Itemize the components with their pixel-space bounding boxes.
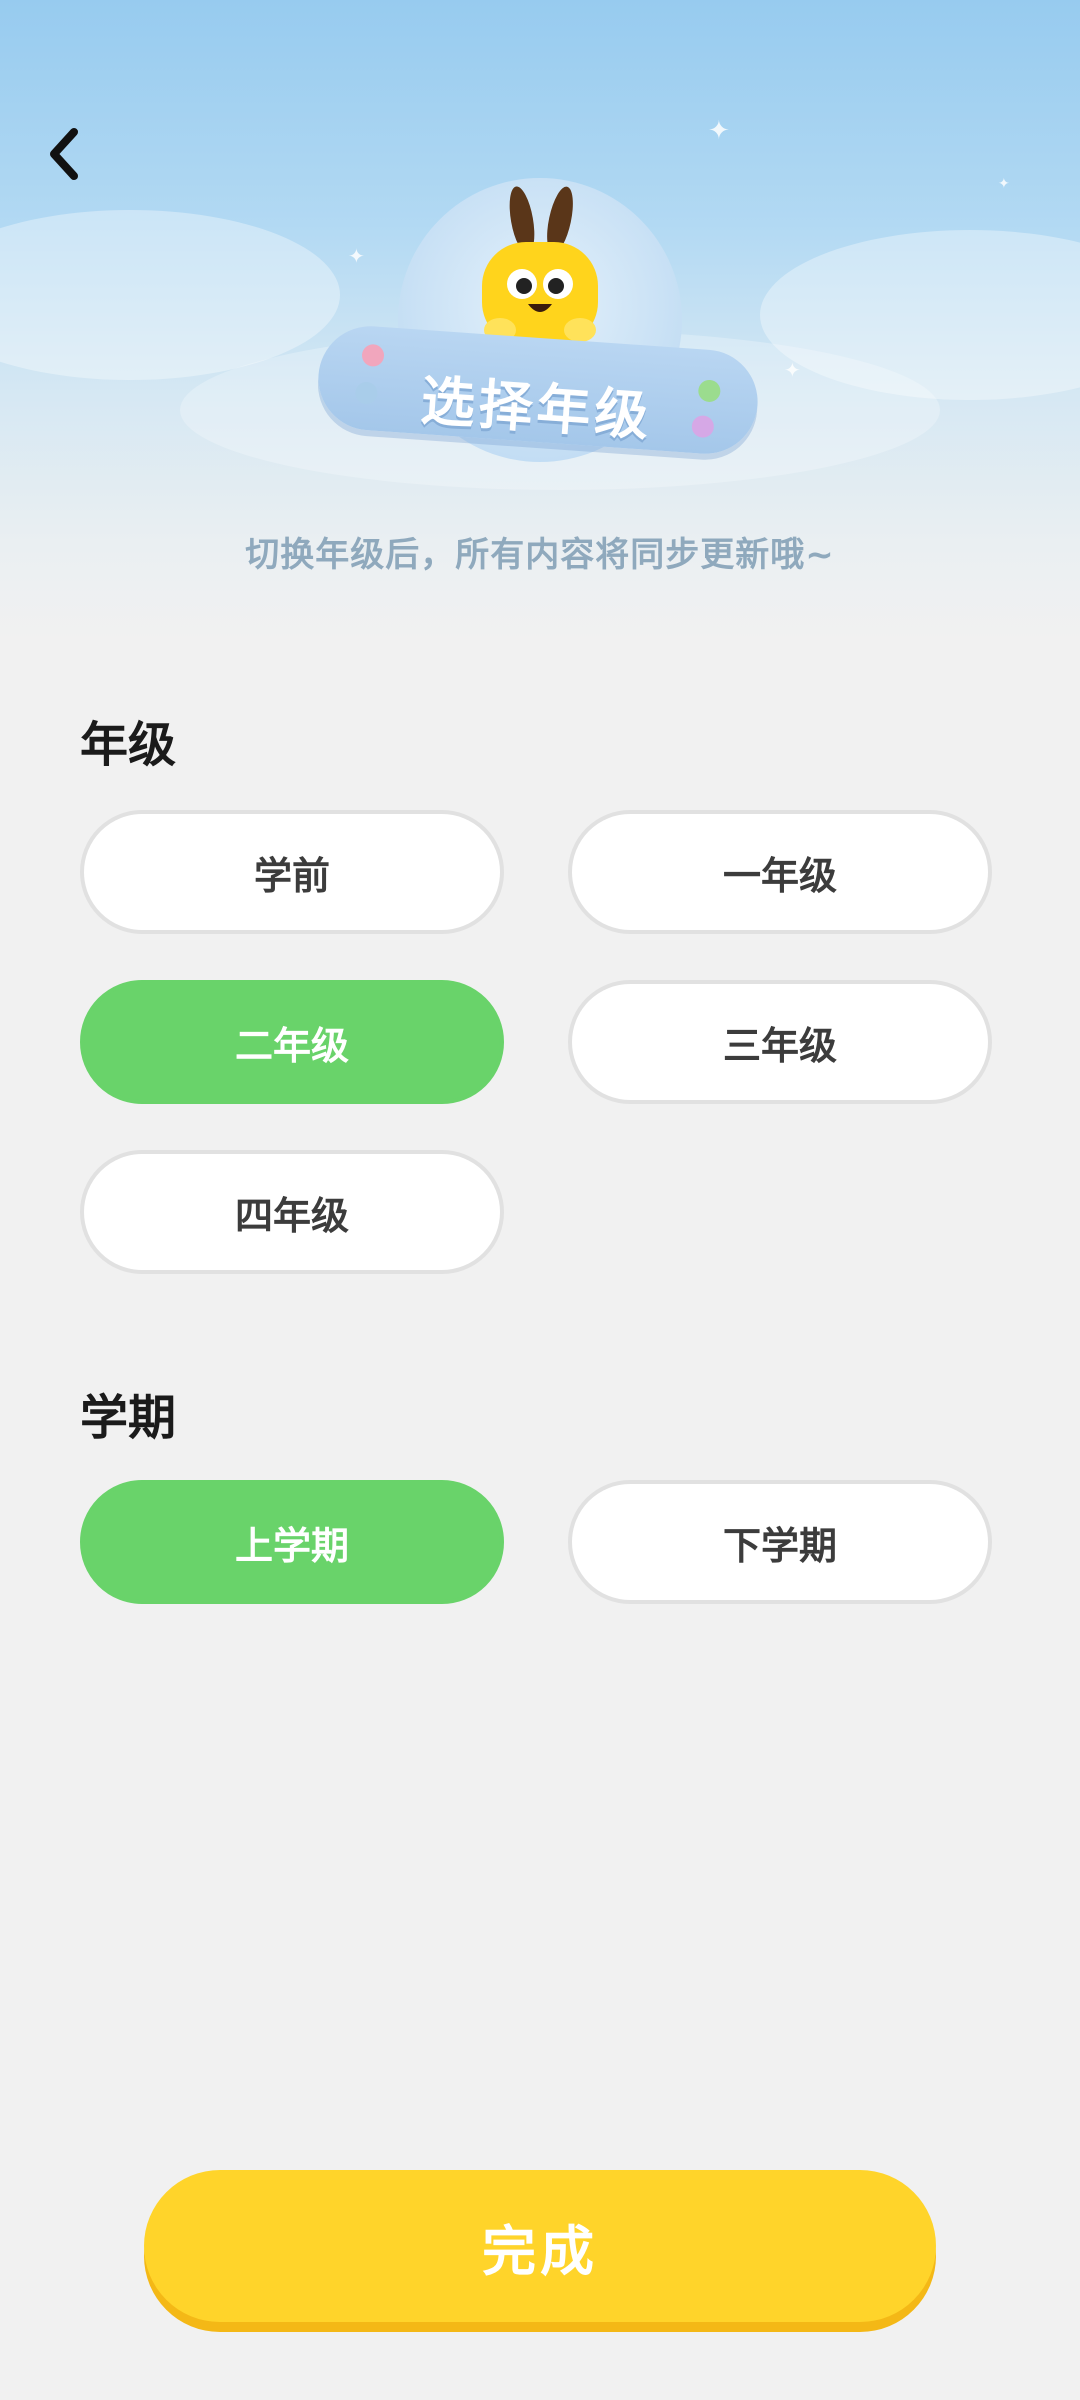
title-banner: 选择年级 — [314, 322, 762, 458]
done-button[interactable]: 完成 — [144, 2170, 936, 2322]
page-title: 选择年级 — [418, 368, 655, 448]
term-option-second[interactable]: 下学期 — [568, 1480, 992, 1604]
header-illustration: 选择年级 — [310, 170, 770, 470]
grade-option-grade-3[interactable]: 三年级 — [568, 980, 992, 1104]
grade-option-grade-4[interactable]: 四年级 — [80, 1150, 504, 1274]
term-section-title: 学期 — [80, 1390, 177, 1446]
sparkle-icon: ✦ — [784, 358, 801, 382]
rabbit-mascot-icon — [482, 186, 598, 346]
grade-option-preschool[interactable]: 学前 — [80, 810, 504, 934]
sparkle-icon: ✦ — [998, 176, 1010, 192]
term-option-first[interactable]: 上学期 — [80, 1480, 504, 1604]
grade-option-grade-1[interactable]: 一年级 — [568, 810, 992, 934]
page-subtitle: 切换年级后，所有内容将同步更新哦~ — [245, 535, 835, 575]
grade-option-grade-2[interactable]: 二年级 — [80, 980, 504, 1104]
grade-section-title: 年级 — [80, 717, 177, 773]
sparkle-icon: ✦ — [708, 116, 730, 146]
chevron-left-icon — [50, 128, 78, 180]
back-button[interactable] — [36, 118, 92, 190]
